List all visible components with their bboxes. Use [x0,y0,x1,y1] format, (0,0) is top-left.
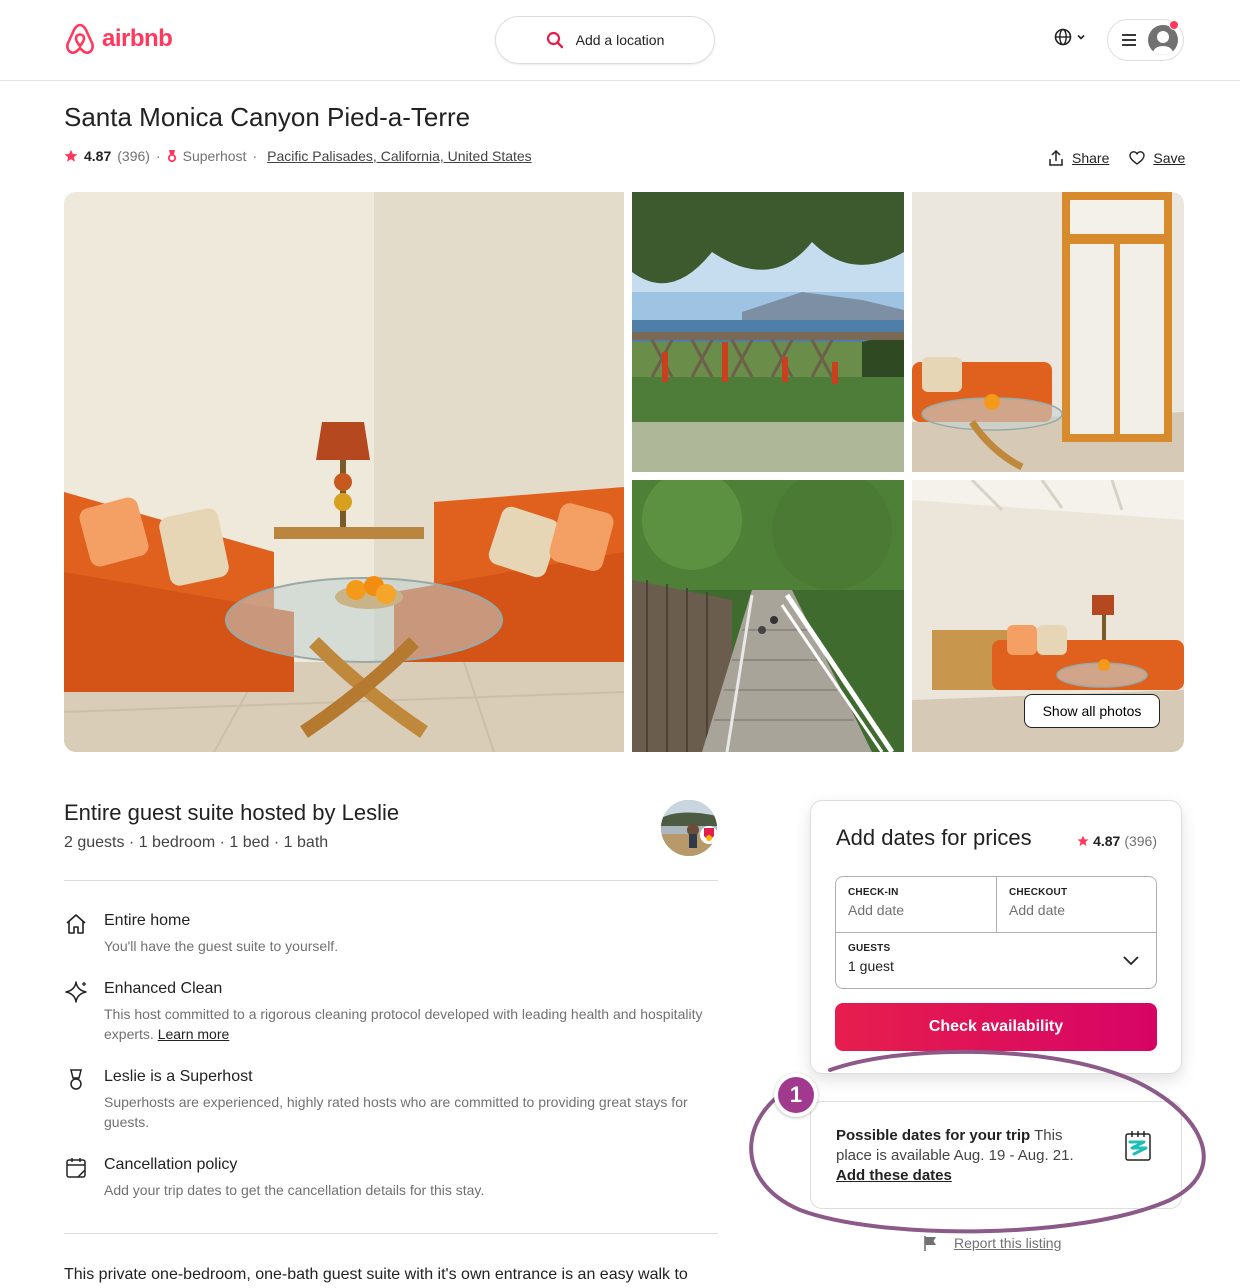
booking-rating: 4.87 (396) [1077,833,1157,849]
possible-dates-text: Possible dates for your trip This place … [836,1126,1101,1186]
photo-ocean-view[interactable] [632,192,904,472]
meta-separator: · [155,148,161,164]
host-heading: Entire guest suite hosted by Leslie [64,800,400,825]
chevron-down-icon [1077,34,1085,40]
feature-entire-home: Entire home You'll have the guest suite … [64,912,718,962]
hamburger-icon [1122,34,1136,46]
superhost-medal-icon [70,1069,82,1090]
share-icon [1049,150,1063,166]
save-label: Save [1153,150,1186,166]
annotation-number-badge: 1 [774,1073,818,1117]
sparkle-icon [65,981,87,1003]
top-nav: airbnb Add a location [0,0,1240,81]
guests-label: GUESTS [848,943,891,954]
listing-meta: 4.87 (396) · Superhost · Pacific Palisad… [64,148,532,164]
section-divider [64,1233,718,1234]
booking-reviews[interactable]: (396) [1124,833,1157,849]
superhost-label: Superhost [182,148,247,164]
booking-card: Add dates for prices 4.87 (396) CHECK-IN… [810,800,1182,1074]
checkout-field[interactable]: CHECKOUT Add date [997,877,1156,933]
meta-separator: · [252,148,258,164]
listing-reviews[interactable]: (396) [117,148,150,164]
airbnb-logo[interactable]: airbnb [64,22,173,56]
chevron-down-icon [1123,956,1139,966]
listing-location[interactable]: Pacific Palisades, California, United St… [267,148,532,164]
show-all-photos-button[interactable]: Show all photos [1024,694,1160,728]
airbnb-logo-icon [66,23,94,55]
notification-dot [1169,20,1179,30]
flag-icon [924,1236,936,1251]
photo-french-doors[interactable] [912,192,1184,472]
feature-title: Cancellation policy [104,1156,238,1173]
feature-title: Enhanced Clean [104,980,223,997]
feature-superhost: Leslie is a Superhost Superhosts are exp… [64,1068,718,1138]
check-availability-button[interactable]: Check availability [835,1003,1157,1051]
annotation-number: 1 [778,1077,814,1113]
logo-wordmark: airbnb [102,25,173,52]
guests-field[interactable]: GUESTS 1 guest [836,933,1156,988]
add-these-dates-link[interactable]: Add these dates [836,1167,952,1184]
feature-description: You'll have the guest suite to yourself. [104,938,339,954]
listing-title: Santa Monica Canyon Pied-a-Terre [64,102,471,132]
share-button[interactable]: Share [1048,150,1109,166]
checkout-label: CHECKOUT [1009,887,1068,898]
host-details: 2 guests · 1 bedroom · 1 bed · 1 bath [64,834,329,851]
home-icon [66,914,86,934]
listing-actions: Share Save [1048,150,1185,166]
calendar-check-icon [1125,1131,1151,1161]
learn-more-link[interactable]: Learn more [158,1026,230,1042]
photo-stairway-path[interactable] [632,480,904,752]
globe-icon [1054,28,1072,46]
heart-icon [1129,151,1146,165]
star-icon [64,149,78,162]
share-label: Share [1072,150,1110,166]
checkout-value: Add date [1009,902,1066,918]
listing-rating: 4.87 [84,148,112,164]
guests-value: 1 guest [848,958,894,974]
checkin-value: Add date [848,902,905,918]
feature-title: Leslie is a Superhost [104,1068,253,1085]
feature-description: Superhosts are experienced, highly rated… [104,1094,688,1130]
booking-rating-value: 4.87 [1093,833,1121,849]
star-icon [1077,835,1089,846]
feature-description: Add your trip dates to get the cancellat… [104,1182,485,1198]
language-button[interactable] [1054,28,1086,46]
feature-title: Entire home [104,912,191,929]
listing-description: This private one-bedroom, one-bath guest… [64,1266,688,1283]
superhost-badge-icon [700,826,718,844]
search-icon [546,31,563,49]
possible-dates-card: Possible dates for your trip This place … [810,1101,1182,1209]
possible-dates-heading: Possible dates for your trip [836,1127,1031,1144]
checkin-field[interactable]: CHECK-IN Add date [836,877,997,933]
feature-cancellation: Cancellation policy Add your trip dates … [64,1156,718,1206]
report-label: Report this listing [954,1235,1062,1251]
search-placeholder: Add a location [575,32,665,48]
calendar-icon [66,1158,86,1178]
photo-living-room-main[interactable] [64,192,624,752]
section-divider [64,880,718,881]
superhost-medal-icon [167,150,176,163]
checkin-label: CHECK-IN [848,887,899,898]
feature-description: This host committed to a rigorous cleani… [104,1004,718,1044]
booking-fields: CHECK-IN Add date CHECKOUT Add date GUES… [835,876,1157,989]
location-search[interactable]: Add a location [495,16,715,64]
feature-enhanced-clean: Enhanced Clean This host committed to a … [64,980,718,1050]
save-button[interactable]: Save [1129,150,1185,166]
report-listing-link[interactable]: Report this listing [922,1234,1061,1252]
booking-title: Add dates for prices [836,825,1032,850]
